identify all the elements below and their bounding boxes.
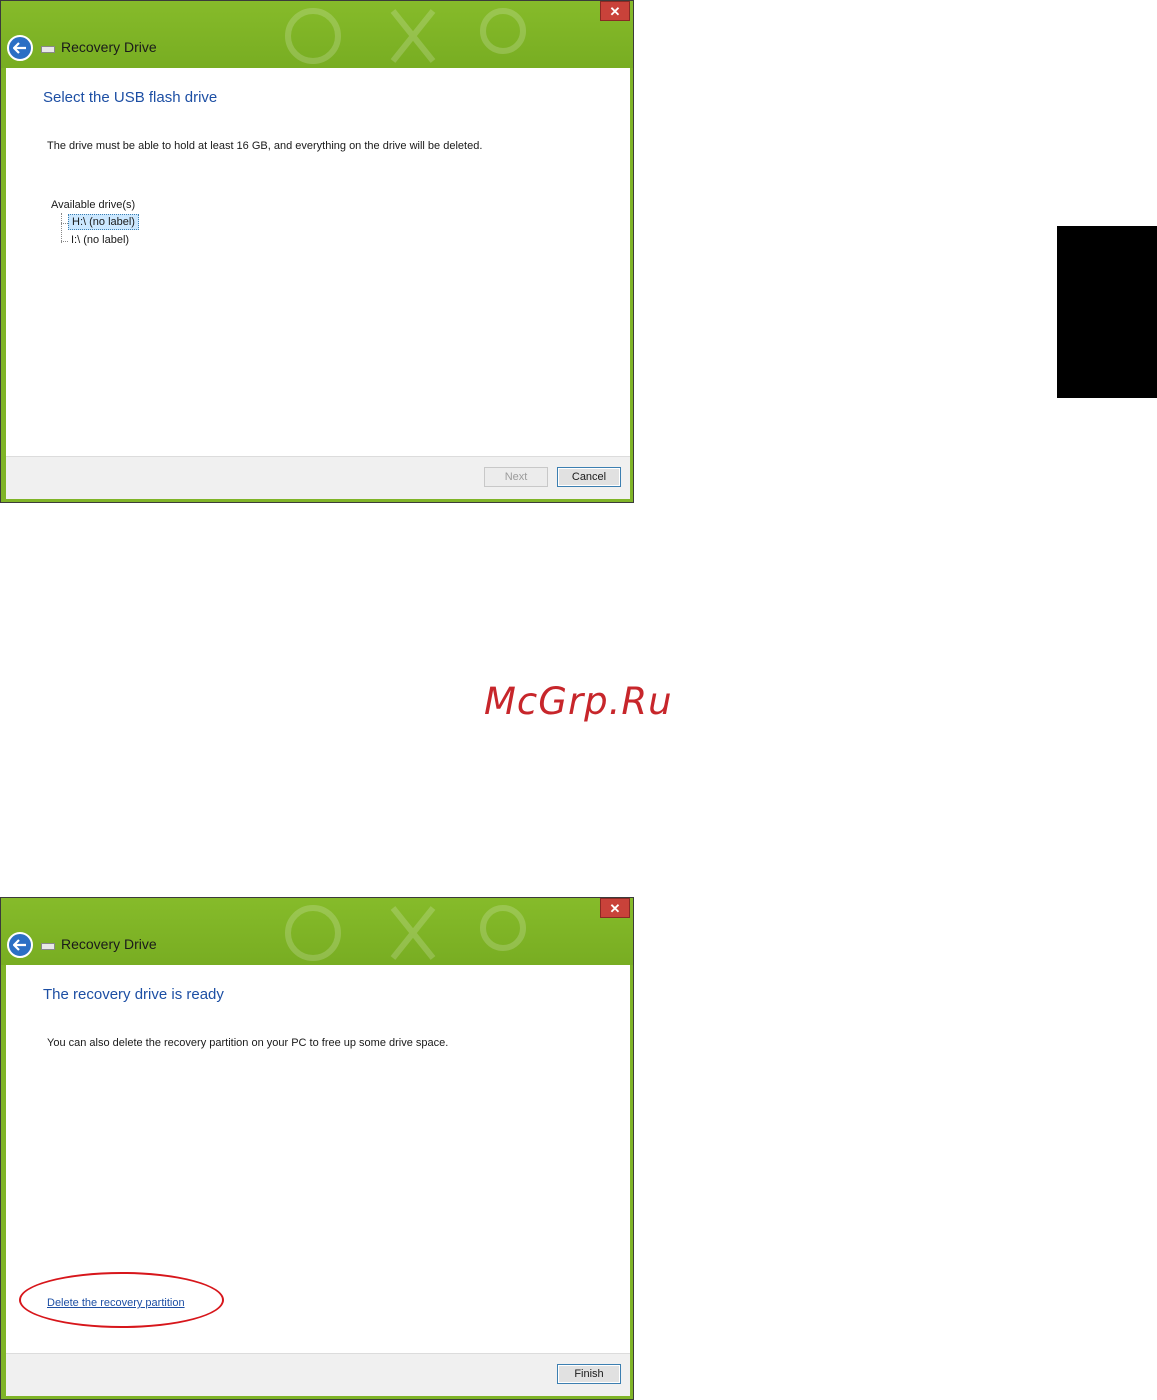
watermark: McGrp.Ru xyxy=(484,680,673,723)
content-area: Select the USB flash drive The drive mus… xyxy=(6,68,630,457)
title-bar: ✕ Recovery Drive xyxy=(1,1,633,68)
description-text: The drive must be able to hold at least … xyxy=(47,140,483,152)
recovery-drive-window-ready: ✕ Recovery Drive The recovery drive is r… xyxy=(0,897,634,1400)
cancel-button[interactable]: Cancel xyxy=(557,467,621,487)
page-side-tab xyxy=(1057,226,1157,398)
recovery-drive-window-select: ✕ Recovery Drive Select the USB flash dr… xyxy=(0,0,634,503)
window-title: Recovery Drive xyxy=(61,39,157,55)
drive-item-h[interactable]: H:\ (no label) xyxy=(68,214,139,230)
background-decoration xyxy=(285,905,526,961)
content-area: The recovery drive is ready You can also… xyxy=(6,965,630,1354)
drive-icon xyxy=(41,46,55,53)
finish-button[interactable]: Finish xyxy=(557,1364,621,1384)
back-arrow-icon xyxy=(13,42,26,54)
back-button[interactable] xyxy=(7,932,33,958)
window-title: Recovery Drive xyxy=(61,936,157,952)
tree-line xyxy=(61,223,68,224)
drive-item-i[interactable]: I:\ (no label) xyxy=(68,233,132,247)
tree-line xyxy=(61,213,62,243)
available-drives-label: Available drive(s) xyxy=(51,199,136,211)
button-bar: Next Cancel xyxy=(6,456,630,499)
close-button[interactable]: ✕ xyxy=(600,898,630,918)
drive-icon xyxy=(41,943,55,950)
back-arrow-icon xyxy=(13,939,26,951)
title-bar: ✕ Recovery Drive xyxy=(1,898,633,965)
button-bar: Finish xyxy=(6,1353,630,1396)
next-button[interactable]: Next xyxy=(484,467,548,487)
back-button[interactable] xyxy=(7,35,33,61)
highlight-ellipse xyxy=(19,1272,224,1328)
description-text: You can also delete the recovery partiti… xyxy=(47,1037,449,1049)
close-button[interactable]: ✕ xyxy=(600,1,630,21)
page-heading: Select the USB flash drive xyxy=(43,89,218,106)
background-decoration xyxy=(285,8,526,64)
tree-line xyxy=(61,241,68,242)
page-heading: The recovery drive is ready xyxy=(43,986,224,1003)
